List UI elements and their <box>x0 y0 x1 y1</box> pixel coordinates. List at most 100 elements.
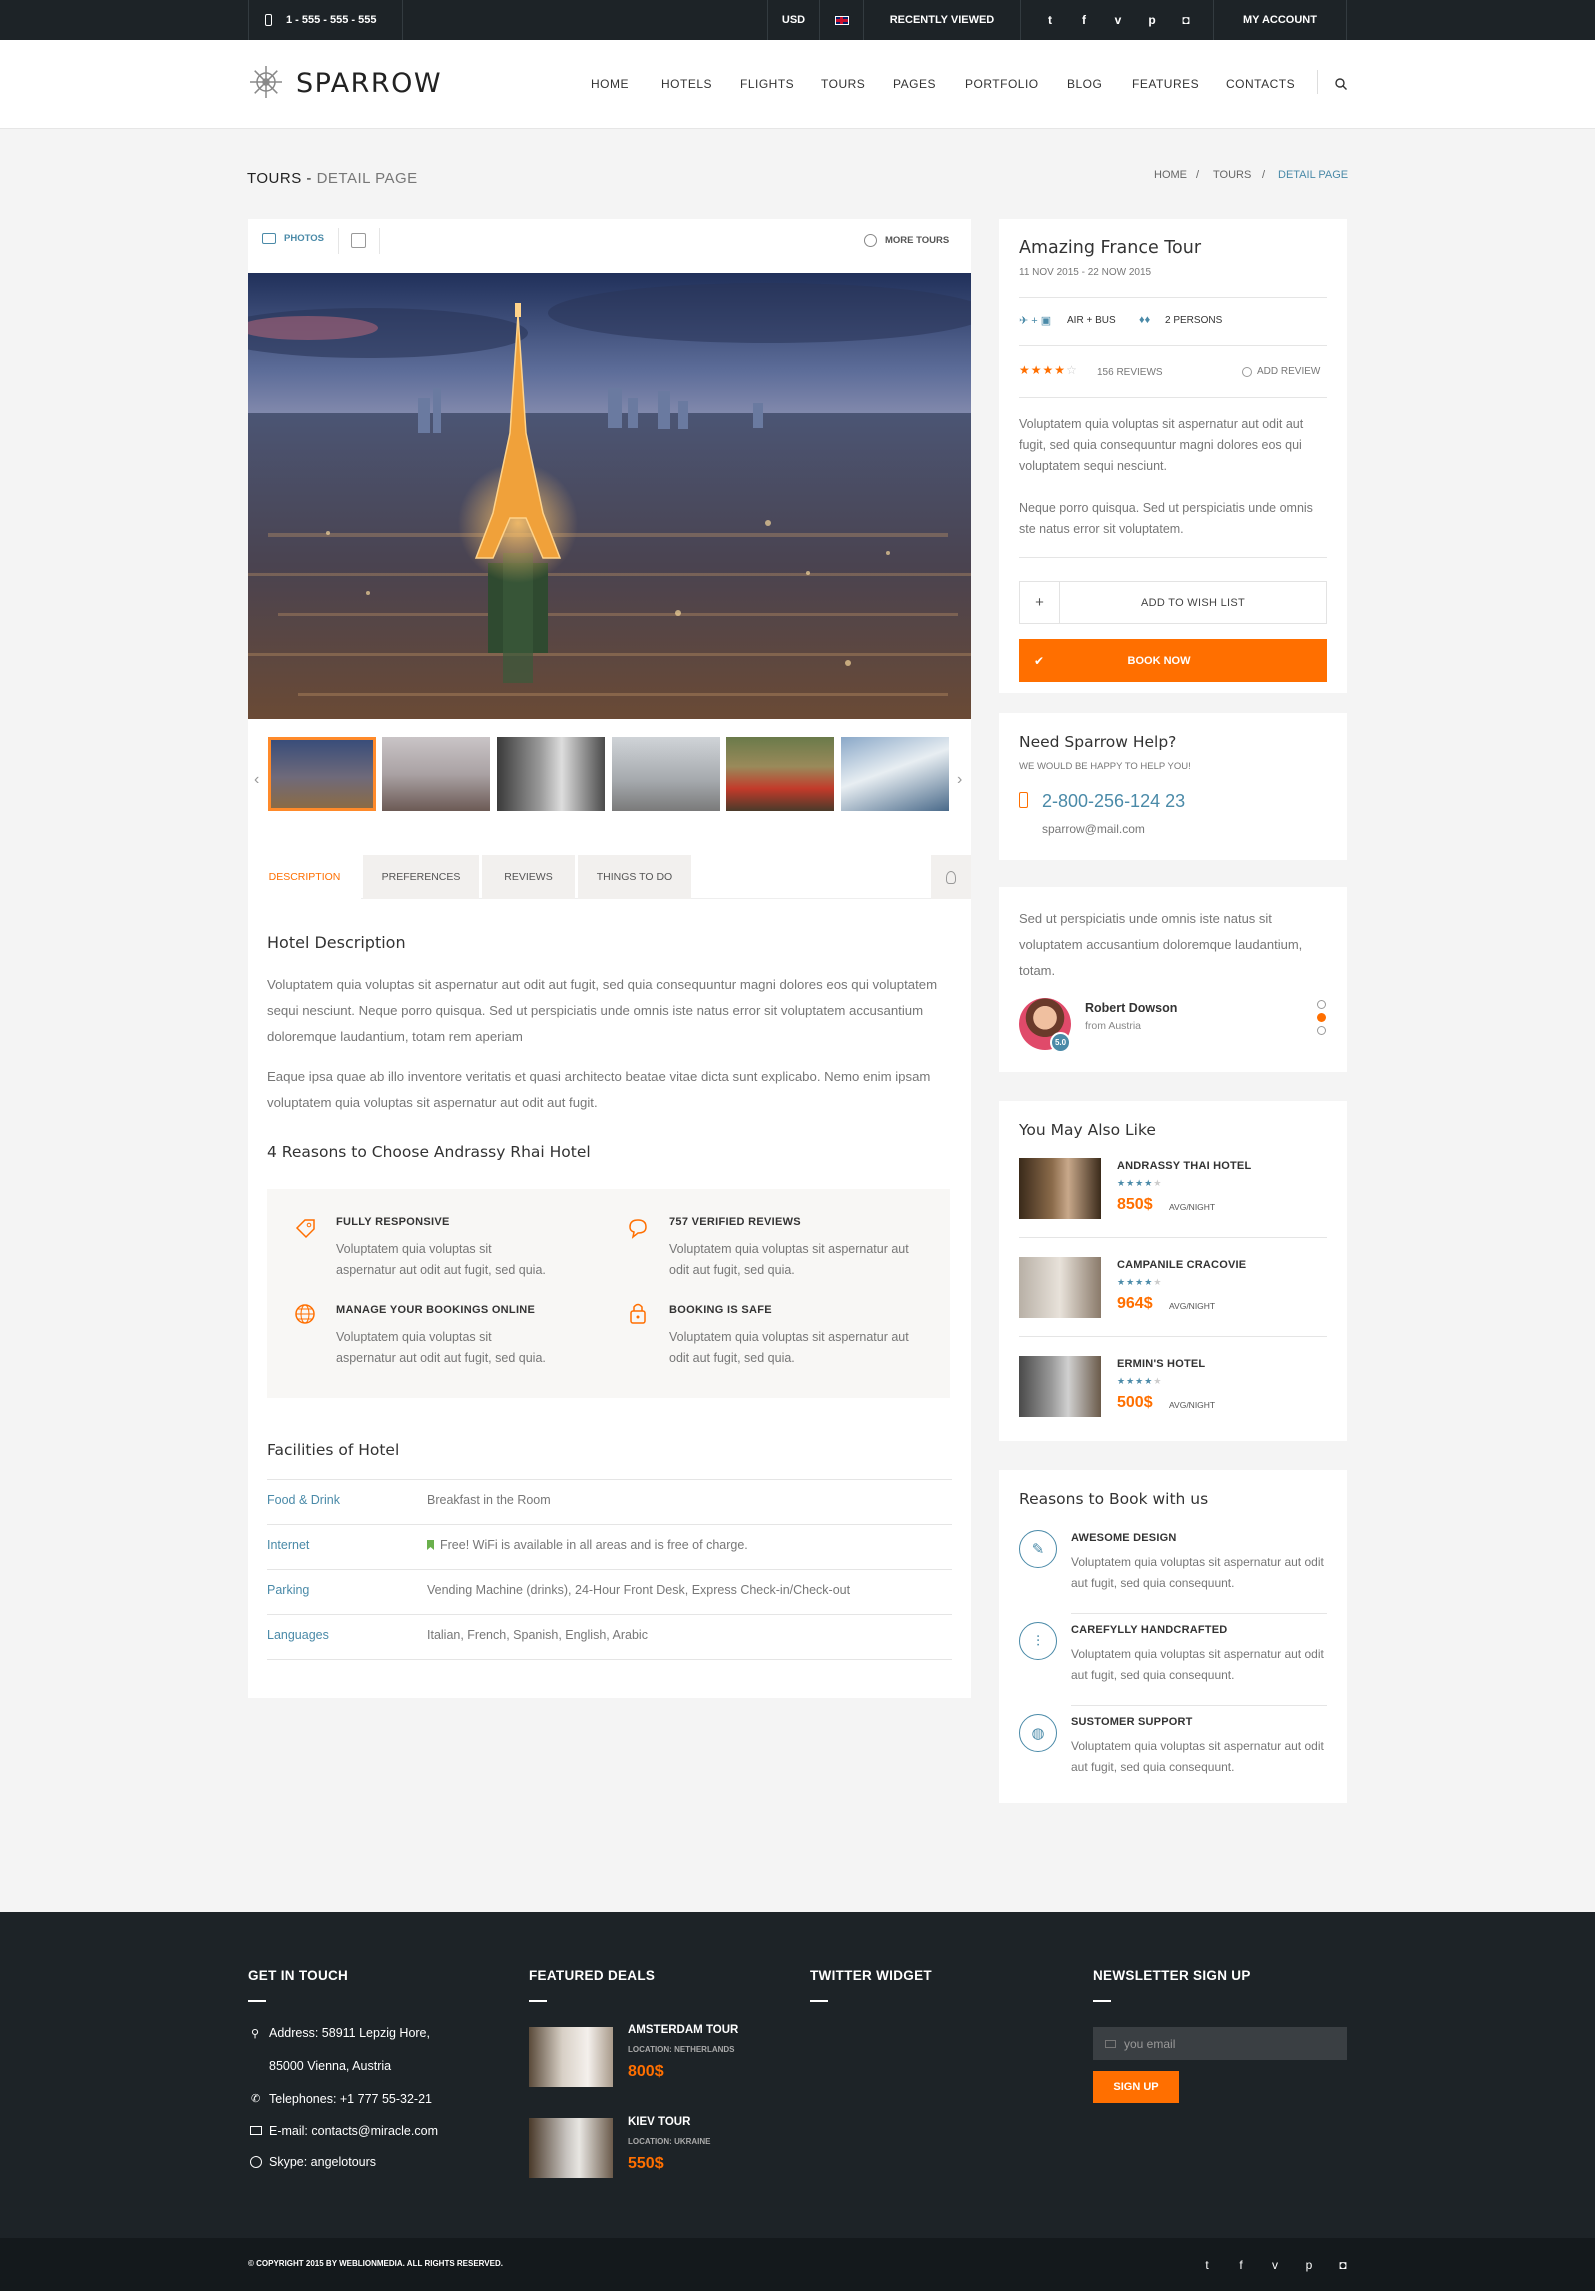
help-title: Need Sparrow Help? <box>1019 733 1177 751</box>
price-unit: AVG/NIGHT <box>1169 1400 1216 1410</box>
carousel-dot[interactable] <box>1317 1000 1326 1009</box>
thumbnail-2[interactable] <box>382 737 490 811</box>
hotel-name[interactable]: ANDRASSY THAI HOTEL <box>1117 1160 1251 1172</box>
pencil-icon: ✎ <box>1019 1530 1057 1568</box>
add-to-wishlist-button[interactable]: + ADD TO WISH LIST <box>1019 581 1327 624</box>
main-tour-photo[interactable] <box>248 273 971 719</box>
tab-reviews[interactable]: REVIEWS <box>482 855 575 899</box>
help-phone[interactable]: 2-800-256-124 23 <box>1042 791 1185 812</box>
facility-value: Free! WiFi is available in all areas and… <box>440 1538 748 1552</box>
reason-title: CAREFYLLY HANDCRAFTED <box>1071 1624 1228 1636</box>
thumbnail-3[interactable] <box>497 737 605 811</box>
nav-home[interactable]: HOME <box>591 77 629 91</box>
thumbnail-4[interactable] <box>612 737 720 811</box>
search-icon[interactable] <box>1335 77 1347 90</box>
lightbulb-icon[interactable] <box>931 855 971 899</box>
star-icon: ★ <box>1135 1376 1145 1386</box>
facebook-icon[interactable]: f <box>1224 2252 1258 2278</box>
facility-divider <box>267 1659 952 1660</box>
reason-title: SUSTOMER SUPPORT <box>1071 1716 1193 1728</box>
breadcrumb-tours[interactable]: TOURS <box>1213 169 1251 181</box>
carousel-dot[interactable] <box>1317 1013 1326 1022</box>
vimeo-icon[interactable]: v <box>1101 0 1135 40</box>
help-email[interactable]: sparrow@mail.com <box>1042 822 1145 836</box>
thumbnails-prev-arrow[interactable]: ‹ <box>254 771 259 789</box>
nav-contacts[interactable]: CONTACTS <box>1226 77 1295 91</box>
thumbnail-1[interactable] <box>268 737 376 811</box>
tab-preferences[interactable]: PREFERENCES <box>363 855 479 899</box>
thumbnail-5[interactable] <box>726 737 834 811</box>
language-selector[interactable] <box>819 0 863 40</box>
help-panel: Need Sparrow Help? WE WOULD BE HAPPY TO … <box>999 713 1347 860</box>
pinterest-icon[interactable]: p <box>1292 2252 1326 2278</box>
add-review-link[interactable]: ADD REVIEW <box>1242 366 1320 377</box>
book-now-button[interactable]: ✔ BOOK NOW <box>1019 639 1327 682</box>
facility-value-row: Breakfast in the Room <box>427 1493 551 1507</box>
uk-flag-icon <box>834 15 849 25</box>
breadcrumb-separator: / <box>1196 169 1200 181</box>
hotel-thumbnail[interactable] <box>1019 1257 1101 1318</box>
instagram-icon[interactable]: ◘ <box>1169 0 1203 40</box>
divider <box>1071 1705 1327 1706</box>
deal-name[interactable]: KIEV TOUR <box>628 2116 690 2128</box>
facilities-divider <box>267 1479 952 1480</box>
nav-hotels[interactable]: HOTELS <box>661 77 712 91</box>
recently-viewed-label: RECENTLY VIEWED <box>889 14 995 26</box>
pinterest-icon[interactable]: p <box>1135 0 1169 40</box>
nav-pages[interactable]: PAGES <box>893 77 936 91</box>
nav-portfolio[interactable]: PORTFOLIO <box>965 77 1039 91</box>
deal-thumbnail[interactable] <box>529 2027 613 2087</box>
facebook-icon[interactable]: f <box>1067 0 1101 40</box>
deal-name[interactable]: AMSTERDAM TOUR <box>628 2024 738 2036</box>
carousel-dot[interactable] <box>1317 1026 1326 1035</box>
twitter-icon[interactable]: t <box>1190 2252 1224 2278</box>
footer-skype[interactable]: Skype: angelotours <box>269 2155 376 2169</box>
hotel-thumbnail[interactable] <box>1019 1356 1101 1417</box>
get-in-touch-title: GET IN TOUCH <box>248 1968 349 1983</box>
newsletter-title: NEWSLETTER SIGN UP <box>1093 1968 1251 1983</box>
instagram-icon[interactable]: ◘ <box>1326 2252 1360 2278</box>
nav-features[interactable]: FEATURES <box>1132 77 1199 91</box>
signup-button[interactable]: SIGN UP <box>1093 2071 1179 2103</box>
hotel-name[interactable]: CAMPANILE CRACOVIE <box>1117 1259 1246 1271</box>
star-icon: ★ <box>1144 1376 1154 1386</box>
thumbnails-next-arrow[interactable]: › <box>957 771 962 789</box>
thumbnail-6[interactable] <box>841 737 949 811</box>
mobile-phone-icon <box>265 14 272 26</box>
facility-divider <box>267 1614 952 1615</box>
my-account-label: MY ACCOUNT <box>1243 14 1317 26</box>
recently-viewed-link[interactable]: RECENTLY VIEWED <box>863 0 1020 40</box>
reviews-count[interactable]: 156 REVIEWS <box>1097 367 1163 378</box>
globe-icon: ◍ <box>1019 1714 1057 1752</box>
tab-things-to-do[interactable]: THINGS TO DO <box>578 855 691 899</box>
newsletter-email-input[interactable]: you email <box>1093 2027 1347 2060</box>
more-tours-link[interactable]: MORE TOURS <box>864 234 949 247</box>
deal-thumbnail[interactable] <box>529 2118 613 2178</box>
hotel-thumbnail[interactable] <box>1019 1158 1101 1219</box>
twitter-widget-title: TWITTER WIDGET <box>810 1968 932 1983</box>
nav-tours[interactable]: TOURS <box>821 77 865 91</box>
breadcrumb-home[interactable]: HOME <box>1154 169 1187 181</box>
calendar-icon[interactable] <box>351 233 366 248</box>
currency-selector[interactable]: USD <box>767 0 819 40</box>
ship-wheel-logo-icon[interactable] <box>248 64 284 100</box>
nav-flights[interactable]: FLIGHTS <box>740 77 794 91</box>
plane-bus-icon: ✈ + ▣ <box>1019 315 1052 327</box>
globe-icon <box>294 1303 316 1325</box>
description-paragraph-2: Eaque ipsa quae ab illo inventore verita… <box>267 1069 931 1110</box>
photos-tab[interactable]: PHOTOS <box>262 233 324 244</box>
facility-divider <box>267 1524 952 1525</box>
brand-logo[interactable]: SPARROW <box>296 68 442 99</box>
footer-email[interactable]: E-mail: contacts@miracle.com <box>269 2124 438 2138</box>
reason-title: MANAGE YOUR BOOKINGS ONLINE <box>336 1304 536 1316</box>
nav-blog[interactable]: BLOG <box>1067 77 1102 91</box>
tab-description[interactable]: DESCRIPTION <box>248 855 361 899</box>
hotel-name[interactable]: ERMIN'S HOTEL <box>1117 1358 1205 1370</box>
star-filled-icon: ★ <box>1030 363 1043 377</box>
facility-value-row: Italian, French, Spanish, English, Arabi… <box>427 1628 648 1642</box>
vimeo-icon[interactable]: v <box>1258 2252 1292 2278</box>
my-account-link[interactable]: MY ACCOUNT <box>1213 0 1347 40</box>
testimonial-panel: Sed ut perspiciatis unde omnis iste natu… <box>999 887 1347 1072</box>
hotel-description-title: Hotel Description <box>267 933 406 952</box>
twitter-icon[interactable]: t <box>1033 0 1067 40</box>
